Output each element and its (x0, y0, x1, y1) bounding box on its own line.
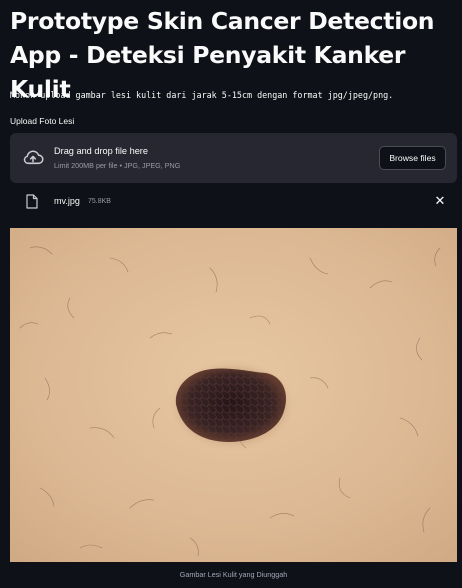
dropzone-limit: Limit 200MB per file • JPG, JPEG, PNG (54, 161, 181, 170)
app-page: Prototype Skin Cancer Detection App - De… (0, 0, 462, 588)
uploaded-file-name: mv.jpg (54, 196, 80, 206)
cloud-upload-icon (23, 150, 44, 165)
close-icon[interactable]: ✕ (432, 193, 448, 209)
file-dropzone[interactable]: Drag and drop file here Limit 200MB per … (10, 133, 457, 183)
uploaded-lesion-image (10, 228, 457, 562)
uploaded-file-size: 75.8KB (88, 197, 111, 205)
upload-instructions: Mohon upload gambar lesi kulit dari jara… (10, 90, 394, 100)
dropzone-instruction: Drag and drop file here (54, 146, 148, 156)
browse-files-button[interactable]: Browse files (379, 146, 446, 170)
image-caption: Gambar Lesi Kulit yang Diunggah (179, 570, 288, 579)
uploader-label: Upload Foto Lesi (10, 116, 75, 126)
uploaded-file-row: mv.jpg 75.8KB ✕ (10, 190, 457, 214)
dropzone-text: Drag and drop file here Limit 200MB per … (54, 146, 180, 170)
lesion-photo (10, 228, 457, 562)
file-icon (26, 194, 38, 209)
